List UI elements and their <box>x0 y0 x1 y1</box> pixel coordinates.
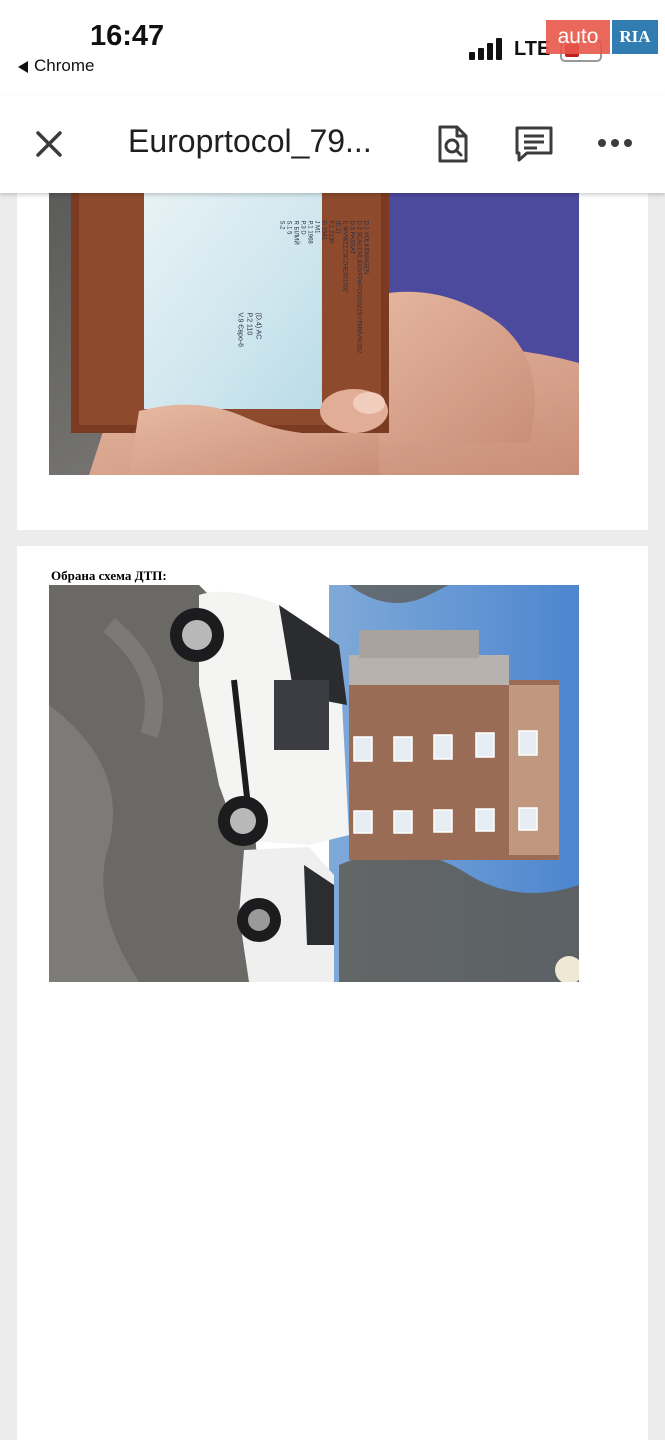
back-app-label: Chrome <box>34 56 95 75</box>
reg-line: (E.1) <box>334 220 341 234</box>
back-to-app-link[interactable]: Chrome <box>18 56 94 76</box>
comment-icon <box>515 126 553 162</box>
viewer-toolbar: Europrtocol_79... <box>0 95 665 193</box>
reg-line: R БІЛИЙ <box>292 220 299 245</box>
find-in-document-icon <box>438 125 468 163</box>
registration-card-text: D.1 VOLKSWAGEN D.2 3CACCRLBX0/F0WFD0/002… <box>279 193 369 407</box>
document-viewer[interactable]: D.1 VOLKSWAGEN D.2 3CACCRLBX0/F0WFD0/002… <box>0 193 665 1440</box>
reg-line: D.3 PASSAT <box>348 220 355 255</box>
reg-line: F.1 2130 <box>327 220 334 244</box>
registration-card-right-text: (D.4) AC P.2 110 V.9 Євро-6 <box>219 313 279 403</box>
reg-line: D.1 VOLKSWAGEN <box>362 220 369 274</box>
vehicle-registration-document-photo: D.1 VOLKSWAGEN D.2 3CACCRLBX0/F0WFD0/002… <box>49 193 579 475</box>
close-icon <box>36 131 62 157</box>
accident-scene-photo <box>49 585 579 982</box>
reg-line: G 1541 <box>320 220 327 241</box>
close-button[interactable] <box>28 123 70 165</box>
reg-line: P.3 D <box>299 220 306 235</box>
comment-button[interactable] <box>511 121 557 167</box>
document-title: Europrtocol_79... <box>128 123 372 159</box>
document-page-2: Обрана схема ДТП: <box>17 546 648 1440</box>
reg-right-line: P.2 110 <box>245 312 253 336</box>
watermark-ria: RIA <box>612 20 658 54</box>
reg-right-line: V.9 Євро-6 <box>236 312 244 348</box>
reg-line: S.1 5 <box>285 220 292 235</box>
more-options-button[interactable] <box>598 137 632 149</box>
reg-line: J M1 <box>313 220 320 234</box>
cellular-signal-icon <box>469 38 505 60</box>
status-bar: 16:47 Chrome LTE auto RIA <box>0 0 665 95</box>
watermark-auto: auto <box>546 20 610 54</box>
scheme-caption: Обрана схема ДТП: <box>51 568 167 583</box>
reg-line: D.2 3CACCRLBX0/F0WFD0/0022SVTMMVR/262 <box>355 220 362 354</box>
back-triangle-icon <box>18 60 28 73</box>
reg-line: P.1 1968 <box>306 220 313 244</box>
reg-right-line: (D.4) AC <box>254 312 262 340</box>
status-time: 16:47 <box>90 20 165 52</box>
document-page-1: D.1 VOLKSWAGEN D.2 3CACCRLBX0/F0WFD0/002… <box>17 193 648 530</box>
find-in-document-button[interactable] <box>430 121 476 167</box>
network-type: LTE <box>514 38 551 60</box>
reg-line: E WVWZZZ3CZHE301002 <box>341 220 348 293</box>
